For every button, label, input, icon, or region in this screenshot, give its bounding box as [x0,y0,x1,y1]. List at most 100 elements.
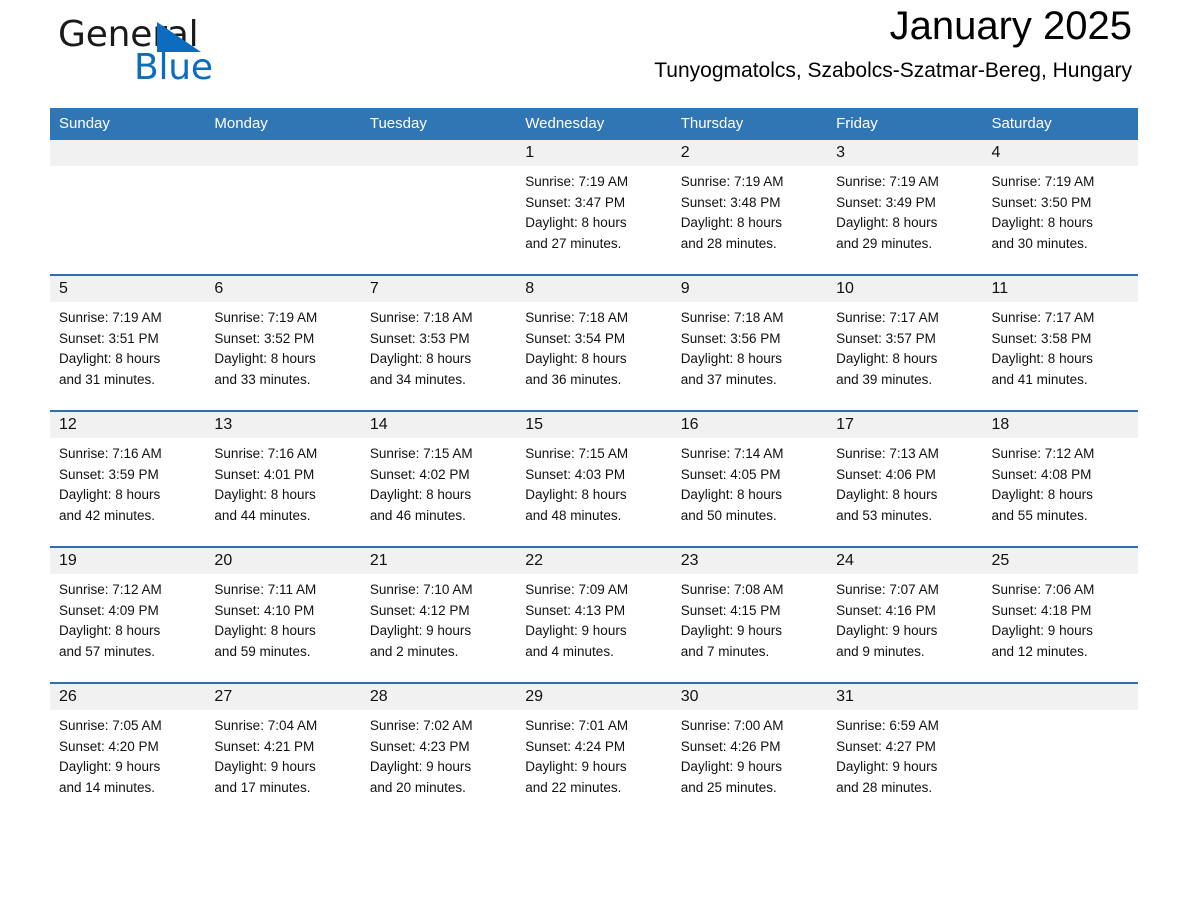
day-number: 8 [516,276,672,302]
calendar-week-row: 26 Sunrise: 7:05 AM Sunset: 4:20 PM Dayligh… [50,682,1138,818]
daylight-text: and 25 minutes. [680,779,777,795]
day-cell-inner: 9 Sunrise: 7:18 AM Sunset: 3:56 PM Daylight… [671,276,828,410]
calendar-day-cell[interactable]: 30 Sunrise: 7:00 AM Sunset: 4:26 PM Dayligh… [671,682,828,818]
day-cell-inner: 23 Sunrise: 7:08 AM Sunset: 4:15 PM Dayligh… [671,548,828,682]
calendar-day-cell[interactable]: 20 Sunrise: 7:11 AM Sunset: 4:10 PM Dayligh… [205,546,361,683]
general-blue-logo[interactable]: General Blue [58,14,318,94]
day-number: 9 [671,276,828,302]
day-sun-info: Sunrise: 7:16 AM Sunset: 4:01 PM Daylight:… [205,438,360,526]
daylight-text: Daylight: 9 hours [991,623,1093,639]
sunset-text: Sunset: 4:01 PM [214,466,315,482]
calendar-day-cell[interactable]: 25 Sunrise: 7:06 AM Sunset: 4:18 PM Dayligh… [982,546,1138,683]
day-cell-inner: 19 Sunrise: 7:12 AM Sunset: 4:09 PM Dayligh… [50,548,206,682]
day-number: 19 [50,548,206,574]
calendar-day-cell[interactable]: 24 Sunrise: 7:07 AM Sunset: 4:16 PM Dayligh… [827,546,983,683]
daylight-text: Daylight: 8 hours [369,351,472,367]
day-sun-info: Sunrise: 7:16 AM Sunset: 3:59 PM Daylight:… [50,438,205,526]
calendar-day-cell[interactable]: 14 Sunrise: 7:15 AM Sunset: 4:02 PM Dayligh… [360,410,517,547]
day-number: 28 [360,684,517,710]
calendar-day-cell[interactable]: 11 Sunrise: 7:17 AM Sunset: 3:58 PM Dayligh… [982,274,1138,411]
day-number: 30 [671,684,828,710]
daylight-text: and 41 minutes. [991,371,1088,387]
day-cell-inner: 29 Sunrise: 7:01 AM Sunset: 4:24 PM Dayligh… [516,684,672,818]
calendar-day-cell[interactable]: 2 Sunrise: 7:19 AM Sunset: 3:48 PM Daylight… [671,140,828,275]
daylight-text: and 48 minutes. [525,507,622,523]
sunset-text: Sunset: 4:02 PM [369,466,470,482]
day-number: 26 [50,684,206,710]
daylight-text: Daylight: 8 hours [836,487,938,503]
daylight-text: Daylight: 8 hours [991,215,1093,231]
calendar-day-cell[interactable]: 18 Sunrise: 7:12 AM Sunset: 4:08 PM Dayligh… [982,410,1138,547]
calendar-day-cell[interactable]: 27 Sunrise: 7:04 AM Sunset: 4:21 PM Dayligh… [205,682,361,818]
daylight-text: Daylight: 8 hours [991,487,1093,503]
sunset-text: Sunset: 3:54 PM [525,330,626,346]
sunset-text: Sunset: 4:06 PM [836,466,936,482]
daylight-text: Daylight: 9 hours [214,759,316,775]
calendar-day-cell[interactable]: 7 Sunrise: 7:18 AM Sunset: 3:53 PM Daylight… [360,274,517,411]
calendar-day-cell[interactable]: 3 Sunrise: 7:19 AM Sunset: 3:49 PM Daylight… [827,140,983,275]
day-sun-info: Sunrise: 7:18 AM Sunset: 3:54 PM Daylight:… [516,302,671,390]
daylight-text: Daylight: 8 hours [214,487,316,503]
day-sun-info: Sunrise: 7:07 AM Sunset: 4:16 PM Daylight:… [827,574,982,662]
day-cell-inner [982,684,1138,818]
calendar-day-cell[interactable]: 8 Sunrise: 7:18 AM Sunset: 3:54 PM Daylight… [516,274,672,411]
logo-text-blue: Blue [134,47,213,88]
calendar-day-cell[interactable]: 22 Sunrise: 7:09 AM Sunset: 4:13 PM Dayligh… [516,546,672,683]
day-sun-info: Sunrise: 7:19 AM Sunset: 3:52 PM Daylight:… [205,302,360,390]
day-sun-info: Sunrise: 7:15 AM Sunset: 4:03 PM Daylight:… [516,438,671,526]
day-cell-inner: 10 Sunrise: 7:17 AM Sunset: 3:57 PM Dayligh… [827,276,983,410]
daylight-text: Daylight: 9 hours [836,759,938,775]
sunrise-text: Sunrise: 7:12 AM [991,446,1095,461]
calendar-day-cell[interactable]: 12 Sunrise: 7:16 AM Sunset: 3:59 PM Dayligh… [50,410,206,547]
calendar-day-cell[interactable]: 9 Sunrise: 7:18 AM Sunset: 3:56 PM Daylight… [671,274,828,411]
day-number: 4 [982,140,1138,166]
day-sun-info [361,166,516,172]
daylight-text: Daylight: 8 hours [836,215,938,231]
calendar-day-cell [360,140,517,275]
day-number: 16 [671,412,828,438]
day-cell-inner: 1 Sunrise: 7:19 AM Sunset: 3:47 PM Daylight… [516,140,672,274]
daylight-text: and 29 minutes. [836,235,933,251]
daylight-text: and 30 minutes. [991,235,1088,251]
daylight-text: and 28 minutes. [836,779,933,795]
daylight-text: Daylight: 9 hours [525,759,627,775]
sunset-text: Sunset: 3:47 PM [525,194,626,210]
day-sun-info: Sunrise: 6:59 AM Sunset: 4:27 PM Daylight:… [827,710,982,798]
day-number: 10 [827,276,983,302]
day-cell-inner: 15 Sunrise: 7:15 AM Sunset: 4:03 PM Dayligh… [516,412,672,546]
daylight-text: and 7 minutes. [680,643,770,659]
sunrise-text: Sunrise: 7:13 AM [836,446,939,461]
calendar-day-cell[interactable]: 10 Sunrise: 7:17 AM Sunset: 3:57 PM Dayligh… [827,274,983,411]
day-cell-inner: 18 Sunrise: 7:12 AM Sunset: 4:08 PM Dayligh… [982,412,1138,546]
calendar-day-cell[interactable]: 16 Sunrise: 7:14 AM Sunset: 4:05 PM Dayligh… [671,410,828,547]
calendar-day-cell[interactable]: 5 Sunrise: 7:19 AM Sunset: 3:51 PM Daylight… [50,274,206,411]
day-sun-info: Sunrise: 7:14 AM Sunset: 4:05 PM Daylight:… [672,438,827,526]
weekday-header-thursday: Thursday [671,108,828,140]
sunset-text: Sunset: 4:18 PM [991,602,1092,618]
sunset-text: Sunset: 4:12 PM [369,602,470,618]
daylight-text: and 33 minutes. [214,371,311,387]
sunrise-text: Sunrise: 7:19 AM [680,174,784,189]
calendar-day-cell[interactable]: 6 Sunrise: 7:19 AM Sunset: 3:52 PM Daylight… [205,274,361,411]
calendar-day-cell[interactable]: 31 Sunrise: 6:59 AM Sunset: 4:27 PM Dayligh… [827,682,983,818]
calendar-day-cell[interactable]: 17 Sunrise: 7:13 AM Sunset: 4:06 PM Dayligh… [827,410,983,547]
calendar-day-cell[interactable]: 21 Sunrise: 7:10 AM Sunset: 4:12 PM Dayligh… [360,546,517,683]
calendar-day-cell[interactable]: 13 Sunrise: 7:16 AM Sunset: 4:01 PM Dayligh… [205,410,361,547]
calendar-day-cell[interactable]: 15 Sunrise: 7:15 AM Sunset: 4:03 PM Dayligh… [516,410,672,547]
daylight-text: and 42 minutes. [59,507,156,523]
calendar-day-cell[interactable]: 19 Sunrise: 7:12 AM Sunset: 4:09 PM Dayligh… [50,546,206,683]
calendar-day-cell[interactable]: 23 Sunrise: 7:08 AM Sunset: 4:15 PM Dayligh… [671,546,828,683]
sunset-text: Sunset: 3:52 PM [214,330,315,346]
daylight-text: and 9 minutes. [836,643,925,659]
calendar-day-cell[interactable]: 4 Sunrise: 7:19 AM Sunset: 3:50 PM Daylight… [982,140,1138,275]
daylight-text: and 2 minutes. [369,643,459,659]
calendar-day-cell[interactable]: 1 Sunrise: 7:19 AM Sunset: 3:47 PM Daylight… [516,140,672,275]
day-cell-inner: 14 Sunrise: 7:15 AM Sunset: 4:02 PM Dayligh… [360,412,517,546]
sunset-text: Sunset: 3:48 PM [680,194,781,210]
weekday-header-tuesday: Tuesday [360,108,517,140]
day-sun-info: Sunrise: 7:13 AM Sunset: 4:06 PM Daylight:… [827,438,982,526]
sunset-text: Sunset: 4:27 PM [836,738,936,754]
calendar-day-cell[interactable]: 28 Sunrise: 7:02 AM Sunset: 4:23 PM Dayligh… [360,682,517,818]
calendar-day-cell[interactable]: 26 Sunrise: 7:05 AM Sunset: 4:20 PM Dayligh… [50,682,206,818]
calendar-day-cell[interactable]: 29 Sunrise: 7:01 AM Sunset: 4:24 PM Dayligh… [516,682,672,818]
